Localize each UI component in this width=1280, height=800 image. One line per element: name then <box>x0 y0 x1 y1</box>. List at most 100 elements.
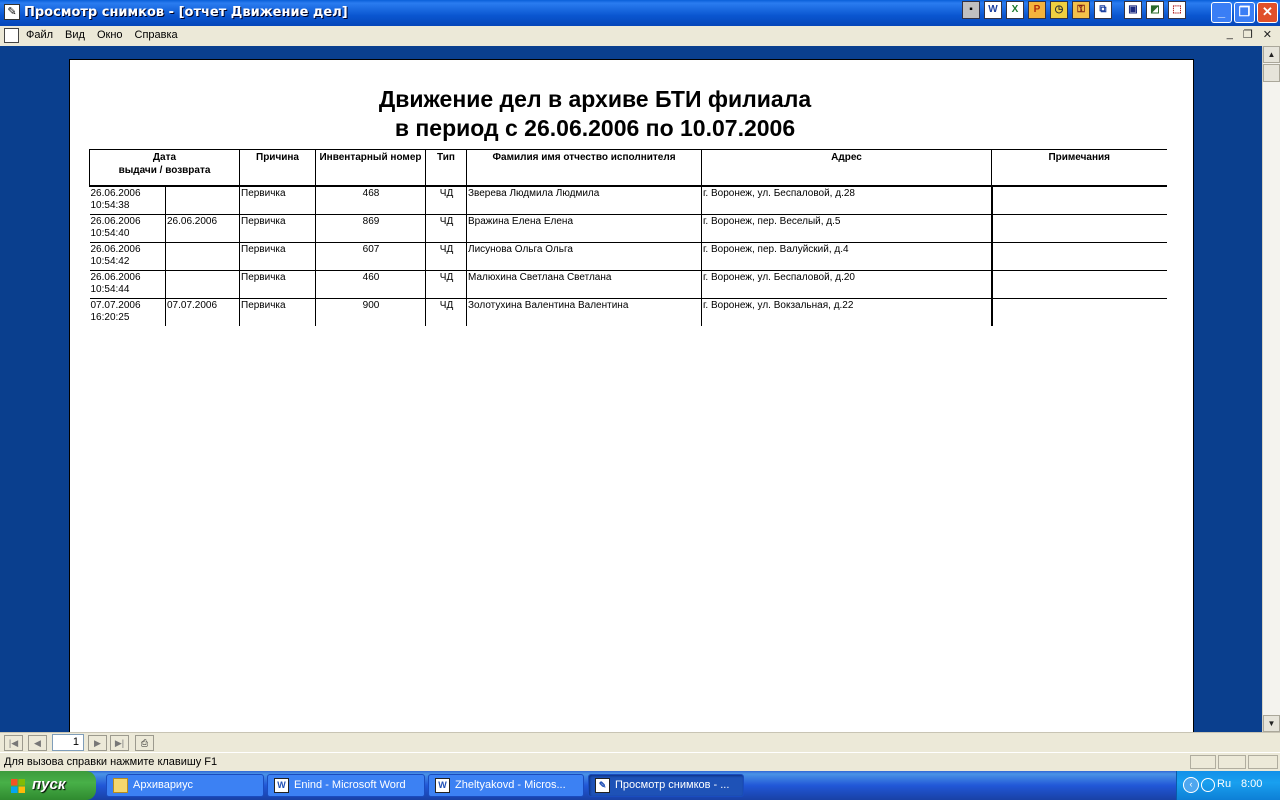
cell-executor: Вражина Елена Елена <box>466 214 702 243</box>
cell-notes <box>990 214 1167 243</box>
header-notes: Примечания <box>991 149 1167 187</box>
viewer-icon: ✎ <box>595 778 610 793</box>
table-row: 07.07.2006 16:20:25 07.07.2006 Первичка 900 Ч… <box>90 298 1167 327</box>
clock-icon[interactable]: ◷ <box>1050 1 1068 19</box>
cell-type: ЧД <box>425 214 467 243</box>
cell-address: г. Воронеж, ул. Беспаловой, д.28 <box>701 186 992 215</box>
issue-time: 10:54:40 <box>90 228 130 239</box>
cell-notes <box>990 242 1167 271</box>
taskbar-item-zheltyakovd-word[interactable]: W Zheltyakovd - Micros... <box>428 774 584 797</box>
quick-launch-icons: ▪ W X P ◷ ⚿ ⧉ ▣ ◩ ⬚ <box>962 1 1186 23</box>
folder-icon <box>113 778 128 793</box>
menu-bar: Файл Вид Окно Справка _ ❐ ✕ <box>0 26 1280 47</box>
first-page-button[interactable]: |◀ <box>4 735 23 751</box>
scroll-thumb[interactable] <box>1263 64 1280 82</box>
issue-date: 26.06.2006 <box>90 272 141 283</box>
next-page-button[interactable]: ▶ <box>88 735 107 751</box>
start-label: пуск <box>32 776 66 793</box>
excel-icon[interactable]: X <box>1006 1 1024 19</box>
mdi-restore-button[interactable]: ❐ <box>1243 28 1253 41</box>
vertical-scrollbar[interactable]: ▲ ▼ <box>1262 46 1280 732</box>
cell-notes <box>990 186 1167 215</box>
table-row: 26.06.2006 10:54:38 Первичка 468 ЧД Зверева Л… <box>89 186 1167 215</box>
cell-type: ЧД <box>425 270 467 299</box>
cell-executor: Лисунова Ольга Ольга <box>466 242 702 271</box>
cell-return-date: 07.07.2006 <box>165 298 240 326</box>
powerpoint-icon[interactable]: P <box>1028 1 1046 19</box>
page-number-field[interactable]: 1 <box>52 734 84 751</box>
cell-issue-date: 26.06.2006 10:54:42 <box>89 242 166 271</box>
taskbar-item-snapshot-viewer[interactable]: ✎ Просмотр снимков - ... <box>588 774 744 797</box>
report-page: Движение дел в архиве БТИ филиала в пери… <box>69 59 1194 732</box>
scroll-down-button[interactable]: ▼ <box>1263 715 1280 732</box>
header-executor: Фамилия имя отчество исполнителя <box>466 149 702 187</box>
cell-issue-date: 07.07.2006 16:20:25 <box>90 299 166 327</box>
menu-window[interactable]: Окно <box>97 29 123 41</box>
taskbar: пуск Архивариус W Enind - Microsoft Word… <box>0 771 1280 800</box>
menu-file[interactable]: Файл <box>26 29 53 41</box>
windows-logo-icon <box>11 779 25 793</box>
header-date-sub: выдачи / возврата <box>118 165 211 176</box>
cell-notes <box>990 298 1167 326</box>
cell-issue-date: 26.06.2006 10:54:38 <box>89 186 166 215</box>
report-table: Дата выдачи / возврата Причина Инвентарн… <box>89 149 1167 326</box>
task-label: Просмотр снимков - ... <box>615 779 730 791</box>
task-label: Архивариус <box>133 779 193 791</box>
cell-address: г. Воронеж, пер. Веселый, д.5 <box>701 214 992 243</box>
save-icon[interactable]: ▣ <box>1124 1 1142 19</box>
start-button[interactable]: пуск <box>0 771 96 800</box>
mdi-minimize-button[interactable]: _ <box>1227 28 1233 41</box>
cell-type: ЧД <box>425 298 467 326</box>
word-icon[interactable]: W <box>984 1 1002 19</box>
cell-return-date <box>165 242 240 271</box>
cell-executor: Малюхина Светлана Светлана <box>466 270 702 299</box>
close-button[interactable]: ✕ <box>1257 2 1278 23</box>
cell-address: г. Воронеж, ул. Беспаловой, д.20 <box>701 270 992 299</box>
task-label: Zheltyakovd - Micros... <box>455 779 566 791</box>
language-indicator[interactable]: Ru <box>1217 778 1231 790</box>
taskbar-item-archivarius[interactable]: Архивариус <box>106 774 264 797</box>
maximize-button[interactable]: ❐ <box>1234 2 1255 23</box>
show-hidden-icons-button[interactable]: ‹ <box>1183 777 1199 793</box>
key-icon[interactable]: ⚿ <box>1072 1 1090 19</box>
print-icon[interactable]: ⎙ <box>135 735 154 751</box>
menu-view[interactable]: Вид <box>65 29 85 41</box>
cell-issue-date: 26.06.2006 10:54:44 <box>89 270 166 299</box>
app-icon[interactable]: ✎ <box>4 4 20 20</box>
menu-help[interactable]: Справка <box>135 29 178 41</box>
cell-reason: Первичка <box>239 270 316 299</box>
last-page-button[interactable]: ▶| <box>110 735 129 751</box>
table-row: 26.06.2006 10:54:44 Первичка 460 ЧД Малюхина … <box>89 270 1167 299</box>
mdi-close-button[interactable]: ✕ <box>1263 28 1272 41</box>
image-icon[interactable]: ◩ <box>1146 1 1164 19</box>
scroll-up-button[interactable]: ▲ <box>1263 46 1280 63</box>
title-bar: ✎ Просмотр снимков - [отчет Движение дел… <box>0 0 1280 26</box>
cell-address: г. Воронеж, пер. Валуйский, д.4 <box>701 242 992 271</box>
cell-type: ЧД <box>425 186 467 215</box>
cell-return-date <box>165 186 240 215</box>
status-text: Для вызова справки нажмите клавишу F1 <box>4 756 218 768</box>
window-title: Просмотр снимков - [отчет Движение дел] <box>24 5 348 20</box>
preview-workspace: Движение дел в архиве БТИ филиала в пери… <box>0 46 1262 732</box>
app-mini-icon[interactable]: ▪ <box>962 1 980 19</box>
report-subtitle: в период с 26.06.2006 по 10.07.2006 <box>394 115 796 141</box>
cell-executor: Зверева Людмила Людмила <box>466 186 702 215</box>
word-icon: W <box>274 778 289 793</box>
pdf-icon[interactable]: ⬚ <box>1168 1 1186 19</box>
prev-page-button[interactable]: ◀ <box>28 735 47 751</box>
cell-notes <box>990 270 1167 299</box>
table-row: 26.06.2006 10:54:40 26.06.2006 Первичка 869 Ч… <box>89 214 1167 243</box>
cell-reason: Первичка <box>239 242 316 271</box>
minimize-button[interactable]: _ <box>1211 2 1232 23</box>
status-bar: Для вызова справки нажмите клавишу F1 <box>0 752 1280 772</box>
dialog-icon[interactable]: ⧉ <box>1094 1 1112 19</box>
header-reason: Причина <box>239 149 316 187</box>
header-date: Дата выдачи / возврата <box>89 149 240 187</box>
header-date-label: Дата <box>152 152 177 163</box>
clock[interactable]: 8:00 <box>1241 778 1262 790</box>
cell-reason: Первичка <box>239 186 316 215</box>
cell-reason: Первичка <box>239 214 316 243</box>
taskbar-item-enind-word[interactable]: W Enind - Microsoft Word <box>267 774 425 797</box>
document-icon[interactable] <box>4 28 19 43</box>
cell-inventory: 607 <box>315 242 426 271</box>
